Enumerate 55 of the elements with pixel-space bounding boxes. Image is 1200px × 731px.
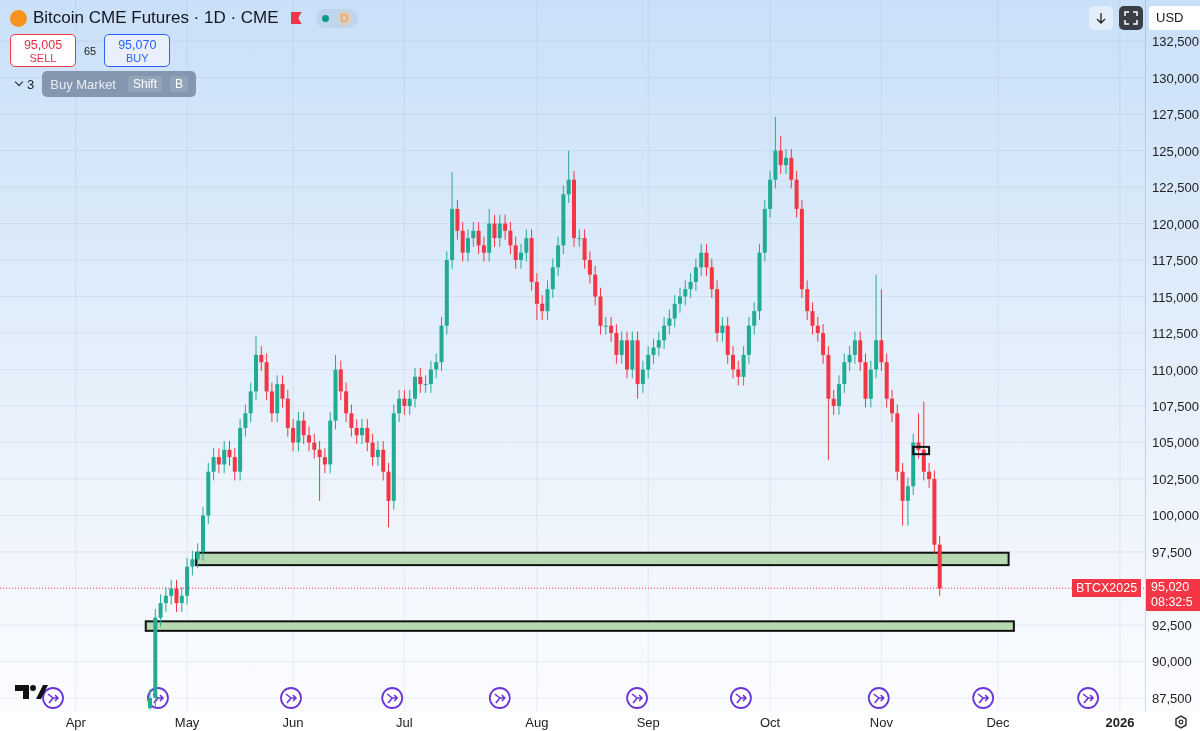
price-axis-label: 100,000	[1152, 508, 1199, 524]
settings-icon[interactable]	[1175, 715, 1187, 729]
time-axis-label: Apr	[65, 715, 86, 730]
event-icon[interactable]	[488, 687, 511, 709]
time-axis-label: Aug	[525, 715, 549, 730]
price-axis-label: 125,000	[1152, 143, 1199, 159]
down-arrow-button[interactable]	[1089, 6, 1113, 30]
price-axis-label: 107,500	[1152, 399, 1199, 414]
event-icon[interactable]	[867, 687, 890, 709]
indicators-toggle[interactable]: 3	[16, 76, 35, 92]
price-axis-label: 122,500	[1152, 180, 1199, 195]
symbol-tag: BTCX2025	[1072, 579, 1142, 598]
price-axis-label: 115,000	[1152, 289, 1199, 305]
time-axis-label: May	[174, 715, 200, 730]
price-axis-label: 120,000	[1152, 216, 1199, 232]
rectangle-zone[interactable]	[144, 620, 1015, 632]
shortcut-key: B	[170, 76, 188, 92]
bar-countdown: 08:32:5	[1151, 595, 1194, 611]
tooltip-label: Buy Market	[50, 76, 116, 92]
price-axis-label: 105,000	[1152, 435, 1199, 451]
time-axis-label: Jul	[396, 715, 413, 730]
symbol-title[interactable]: Bitcoin CME Futures · 1D · CME	[33, 8, 279, 28]
time-axis-label: Sep	[636, 715, 660, 730]
fullscreen-button[interactable]	[1119, 6, 1143, 30]
time-axis-label: Oct	[760, 715, 781, 730]
shortcut-key: Shift	[128, 76, 162, 92]
price-axis-label: 92,500	[1152, 618, 1192, 633]
time-axis-label: Jun	[282, 715, 304, 730]
down-arrow-icon	[1095, 12, 1107, 24]
status-dot-icon	[321, 14, 329, 22]
delay-badge: D	[336, 10, 352, 26]
price-axis-label: 110,000	[1152, 362, 1199, 378]
time-axis-label: Dec	[986, 715, 1010, 730]
price-axis-label: 102,500	[1152, 472, 1199, 487]
logo-icon	[15, 685, 48, 699]
fullscreen-icon	[1124, 11, 1138, 25]
price-axis-label: 130,000	[1152, 70, 1199, 86]
time-axis-label: Nov	[869, 715, 893, 730]
rectangle-marker[interactable]	[912, 445, 931, 456]
price-axis-label: 132,500	[1152, 34, 1199, 49]
sell-button[interactable]: 95,005 SELL	[10, 34, 76, 67]
time-axis-label: 2026	[1105, 715, 1135, 730]
rectangle-zone[interactable]	[195, 551, 1010, 567]
price-axis-label: 112,500	[1152, 326, 1199, 341]
spread-value: 65	[84, 44, 97, 57]
event-icon[interactable]	[381, 687, 404, 709]
price-axis-label: 90,000	[1152, 654, 1192, 670]
price-axis-label: 117,500	[1152, 253, 1199, 268]
price-axis-label: 97,500	[1152, 545, 1192, 560]
buy-button[interactable]: 95,070 BUY	[104, 34, 171, 67]
price-axis-label: 87,500	[1152, 691, 1192, 706]
flag-icon[interactable]	[290, 12, 302, 24]
last-price-value: 95,020	[1151, 580, 1191, 596]
price-axis-label: 127,500	[1152, 107, 1199, 122]
currency-selector[interactable]: USD	[1149, 6, 1200, 30]
